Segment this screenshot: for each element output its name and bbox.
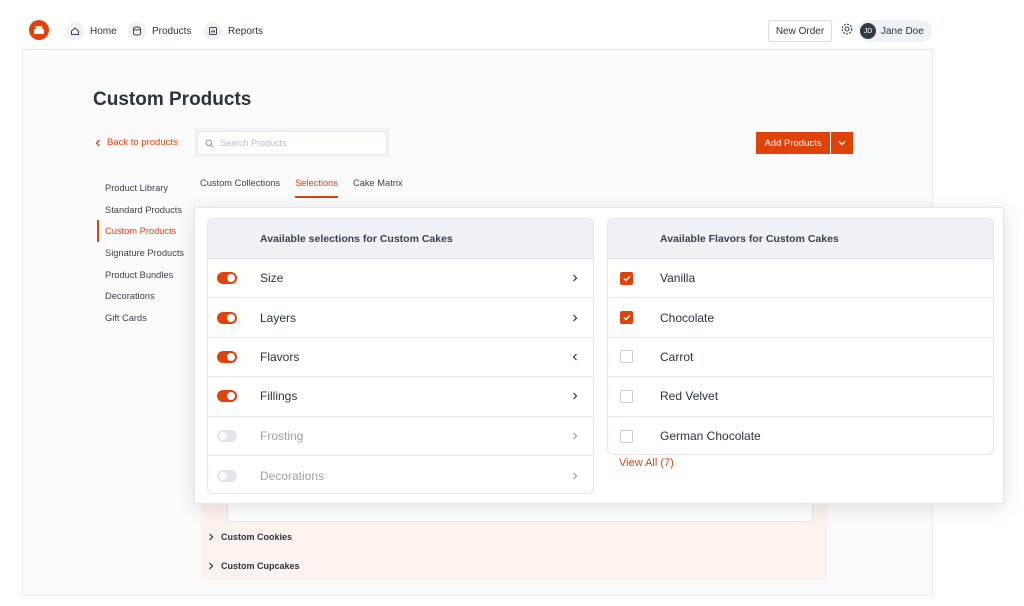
search-placeholder: Search Products	[220, 138, 287, 148]
search-input[interactable]: Search Products	[197, 131, 387, 155]
toggle-switch[interactable]	[217, 350, 237, 363]
nav-label: Home	[90, 25, 117, 37]
user-menu[interactable]: JD Jane Doe	[858, 20, 932, 42]
flavor-label: Carrot	[660, 349, 694, 364]
chevron-right-icon	[573, 392, 578, 400]
selection-row-decorations[interactable]: Decorations	[208, 456, 593, 493]
flavor-row-german-chocolate[interactable]: German Chocolate	[608, 417, 993, 454]
check-icon	[623, 314, 631, 321]
collection-row-custom-cookies[interactable]: Custom Cookies	[208, 529, 292, 545]
add-products-button[interactable]: Add Products	[756, 132, 830, 154]
toggle-switch[interactable]	[217, 469, 237, 482]
user-name: Jane Doe	[881, 25, 924, 37]
product-sidebar: Product Library Standard Products Custom…	[97, 177, 189, 329]
toggle-switch[interactable]	[217, 429, 237, 442]
chevron-right-icon	[573, 432, 578, 440]
sidebar-item-product-library[interactable]: Product Library	[97, 177, 189, 199]
database-icon	[128, 22, 146, 40]
chevron-down-icon	[838, 141, 846, 146]
selections-card-title: Available selections for Custom Cakes	[208, 219, 593, 259]
selection-row-layers[interactable]: Layers	[208, 298, 593, 338]
selection-label: Layers	[260, 310, 297, 325]
selections-card: Available selections for Custom Cakes Si…	[207, 218, 594, 494]
selection-label: Size	[260, 271, 284, 286]
flavor-label: German Chocolate	[660, 429, 761, 444]
tab-custom-collections[interactable]: Custom Collections	[200, 178, 280, 198]
toggle-switch[interactable]	[217, 390, 237, 403]
toggle-switch[interactable]	[217, 311, 237, 324]
flavors-card-title: Available Flavors for Custom Cakes	[608, 219, 993, 259]
home-icon	[66, 22, 84, 40]
selection-row-fillings[interactable]: Fillings	[208, 377, 593, 417]
nav-label: Products	[152, 25, 192, 37]
toggle-switch[interactable]	[217, 272, 237, 285]
avatar: JD	[860, 23, 876, 39]
new-order-button[interactable]: New Order	[768, 20, 832, 42]
back-to-products-link[interactable]: Back to products	[95, 137, 178, 148]
nav-label: Reports	[228, 25, 264, 37]
checkbox[interactable]	[620, 271, 633, 285]
checkbox[interactable]	[620, 350, 633, 364]
search-box: Search Products	[194, 128, 390, 158]
tab-cake-matrix[interactable]: Cake Matrix	[353, 178, 403, 198]
selection-row-size[interactable]: Size	[208, 259, 593, 299]
checkbox[interactable]	[620, 429, 633, 443]
sidebar-item-signature-products[interactable]: Signature Products	[97, 242, 189, 264]
flavor-label: Chocolate	[660, 310, 715, 325]
page-title: Custom Products	[93, 89, 252, 110]
selections-popover: Available selections for Custom Cakes Si…	[194, 207, 1004, 504]
brand-logo[interactable]	[29, 20, 49, 40]
chevron-right-icon	[209, 562, 214, 570]
flavor-row-vanilla[interactable]: Vanilla	[608, 259, 993, 299]
sidebar-item-product-bundles[interactable]: Product Bundles	[97, 264, 189, 286]
chevron-right-icon	[573, 274, 578, 282]
selection-row-flavors[interactable]: Flavors	[208, 338, 593, 378]
sidebar-item-gift-cards[interactable]: Gift Cards	[97, 307, 189, 329]
selection-label: Flavors	[260, 349, 300, 364]
nav-products[interactable]: Products	[128, 20, 191, 42]
report-icon	[204, 22, 222, 40]
selection-label: Fillings	[260, 389, 298, 404]
chevron-right-icon	[209, 533, 214, 541]
sidebar-item-custom-products[interactable]: Custom Products	[97, 220, 189, 243]
search-icon	[205, 139, 214, 148]
add-products-menu-button[interactable]	[831, 132, 853, 154]
flavor-row-chocolate[interactable]: Chocolate	[608, 298, 993, 338]
sidebar-item-standard-products[interactable]: Standard Products	[97, 199, 189, 221]
selection-label: Decorations	[260, 468, 325, 483]
flavor-label: Red Velvet	[660, 389, 719, 404]
gear-icon[interactable]	[840, 22, 854, 36]
add-products-split-button: Add Products	[756, 132, 853, 154]
check-icon	[623, 275, 631, 282]
nav-reports[interactable]: Reports	[204, 20, 263, 42]
flavor-label: Vanilla	[660, 271, 696, 286]
checkbox[interactable]	[620, 311, 633, 325]
tab-selections[interactable]: Selections	[295, 178, 338, 198]
flavor-row-red-velvet[interactable]: Red Velvet	[608, 377, 993, 417]
chevron-right-icon	[573, 472, 578, 480]
back-label: Back to products	[107, 137, 178, 148]
chevron-left-icon	[95, 139, 100, 146]
collection-row-custom-cupcakes[interactable]: Custom Cupcakes	[208, 558, 300, 574]
view-all-link[interactable]: View All (7)	[619, 457, 674, 469]
collection-label: Custom Cupcakes	[221, 561, 300, 571]
flavor-row-carrot[interactable]: Carrot	[608, 338, 993, 378]
checkbox[interactable]	[620, 389, 633, 403]
sidebar-item-decorations[interactable]: Decorations	[97, 285, 189, 307]
collection-label: Custom Cookies	[221, 532, 293, 542]
nav-home[interactable]: Home	[66, 20, 117, 42]
selection-label: Frosting	[260, 428, 304, 443]
flavors-card: Available Flavors for Custom Cakes Vanil…	[607, 218, 994, 455]
selection-row-frosting[interactable]: Frosting	[208, 417, 593, 456]
chevron-left-icon	[572, 353, 577, 361]
tab-bar: Custom Collections Selections Cake Matri…	[200, 178, 403, 198]
chevron-right-icon	[573, 314, 578, 322]
top-bar: Home Products Reports New Order JD Jane …	[22, 12, 933, 50]
